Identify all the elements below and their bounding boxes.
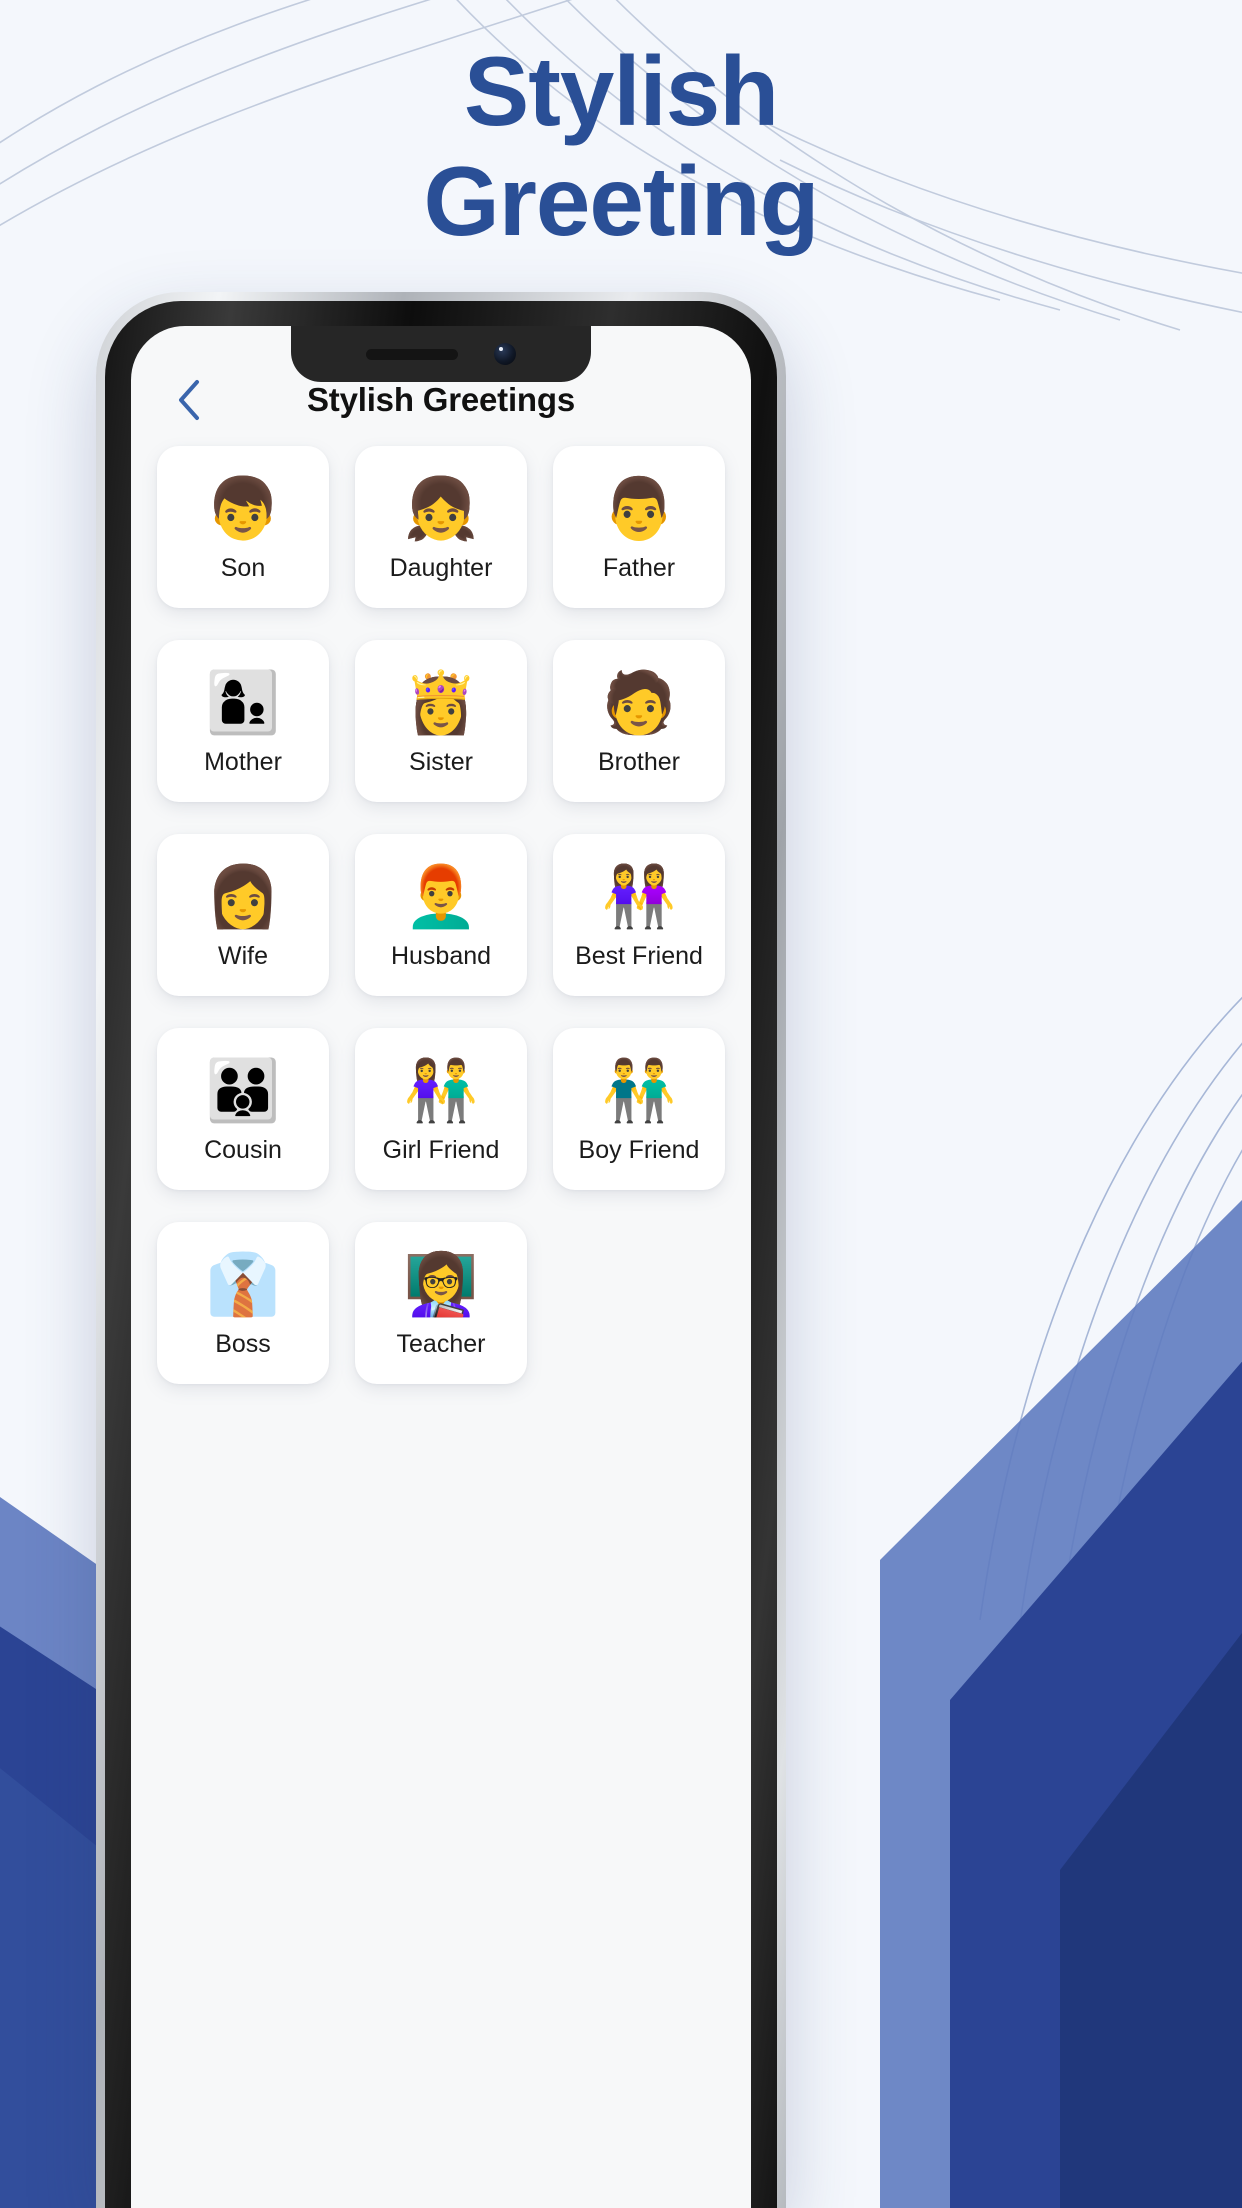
- greeting-card[interactable]: 👦 Son: [157, 446, 329, 608]
- greeting-card[interactable]: 👨 Father: [553, 446, 725, 608]
- avatar-son-icon: 👦: [205, 474, 281, 542]
- phone-mockup: Stylish Greetings 👦 Son 👧 Daughter 👨 Father 👩‍…: [96, 292, 786, 2208]
- greeting-card[interactable]: 👬 Boy Friend: [553, 1028, 725, 1190]
- page-title: Stylish Greeting: [0, 42, 1242, 250]
- greeting-card[interactable]: 👔 Boss: [157, 1222, 329, 1384]
- avatar-teacher-icon: 👩‍🏫: [403, 1250, 479, 1318]
- greeting-card[interactable]: 👪 Cousin: [157, 1028, 329, 1190]
- greeting-card-label: Daughter: [389, 553, 493, 582]
- avatar-cousin-icon: 👪: [205, 1056, 281, 1124]
- phone-screen: Stylish Greetings 👦 Son 👧 Daughter 👨 Father 👩‍…: [131, 326, 751, 2208]
- greeting-card-label: Son: [220, 553, 266, 582]
- greeting-card-label: Boy Friend: [578, 1135, 700, 1164]
- page-title-line-1: Stylish: [463, 36, 779, 146]
- earpiece-speaker-icon: [366, 348, 458, 360]
- greeting-card-label: Wife: [218, 941, 268, 970]
- greeting-card[interactable]: 🧑 Brother: [553, 640, 725, 802]
- avatar-wife-icon: 👩: [205, 862, 281, 930]
- avatar-mother-icon: 👩‍👦: [205, 668, 281, 736]
- page-title-line-2: Greeting: [423, 146, 820, 256]
- greeting-card[interactable]: 👸 Sister: [355, 640, 527, 802]
- greeting-card[interactable]: 👩‍👦 Mother: [157, 640, 329, 802]
- avatar-daughter-icon: 👧: [403, 474, 479, 542]
- greeting-card-label: Sister: [409, 747, 473, 776]
- avatar-girl-friend-icon: 👫: [403, 1056, 479, 1124]
- avatar-father-icon: 👨: [601, 474, 677, 542]
- greeting-card-label: Husband: [390, 941, 492, 970]
- avatar-sister-icon: 👸: [403, 668, 479, 736]
- greeting-card-label: Girl Friend: [382, 1135, 500, 1164]
- avatar-boy-friend-icon: 👬: [601, 1056, 677, 1124]
- greeting-card-label: Teacher: [396, 1329, 486, 1358]
- greeting-card[interactable]: 👭 Best Friend: [553, 834, 725, 996]
- greeting-card-label: Cousin: [204, 1135, 282, 1164]
- phone-notch: [291, 326, 591, 382]
- greeting-card-label: Mother: [204, 747, 282, 776]
- greeting-card[interactable]: 👩 Wife: [157, 834, 329, 996]
- greeting-card[interactable]: 👩‍🏫 Teacher: [355, 1222, 527, 1384]
- greeting-card-label: Brother: [598, 747, 680, 776]
- avatar-boss-icon: 👔: [205, 1250, 281, 1318]
- greeting-grid: 👦 Son 👧 Daughter 👨 Father 👩‍👦 Mother 👸 Sister 🧑 Bro…: [131, 436, 751, 1424]
- greeting-card-label: Best Friend: [575, 941, 703, 970]
- app-title: Stylish Greetings: [306, 381, 575, 418]
- greeting-card[interactable]: 👧 Daughter: [355, 446, 527, 608]
- front-camera-icon: [494, 343, 516, 365]
- avatar-best-friend-icon: 👭: [601, 862, 677, 930]
- avatar-husband-icon: 👨‍🦰: [403, 862, 479, 930]
- greeting-card-label: Boss: [215, 1329, 271, 1358]
- greeting-card[interactable]: 👫 Girl Friend: [355, 1028, 527, 1190]
- greeting-card-label: Father: [602, 553, 676, 582]
- greeting-card[interactable]: 👨‍🦰 Husband: [355, 834, 527, 996]
- avatar-brother-icon: 🧑: [601, 668, 677, 736]
